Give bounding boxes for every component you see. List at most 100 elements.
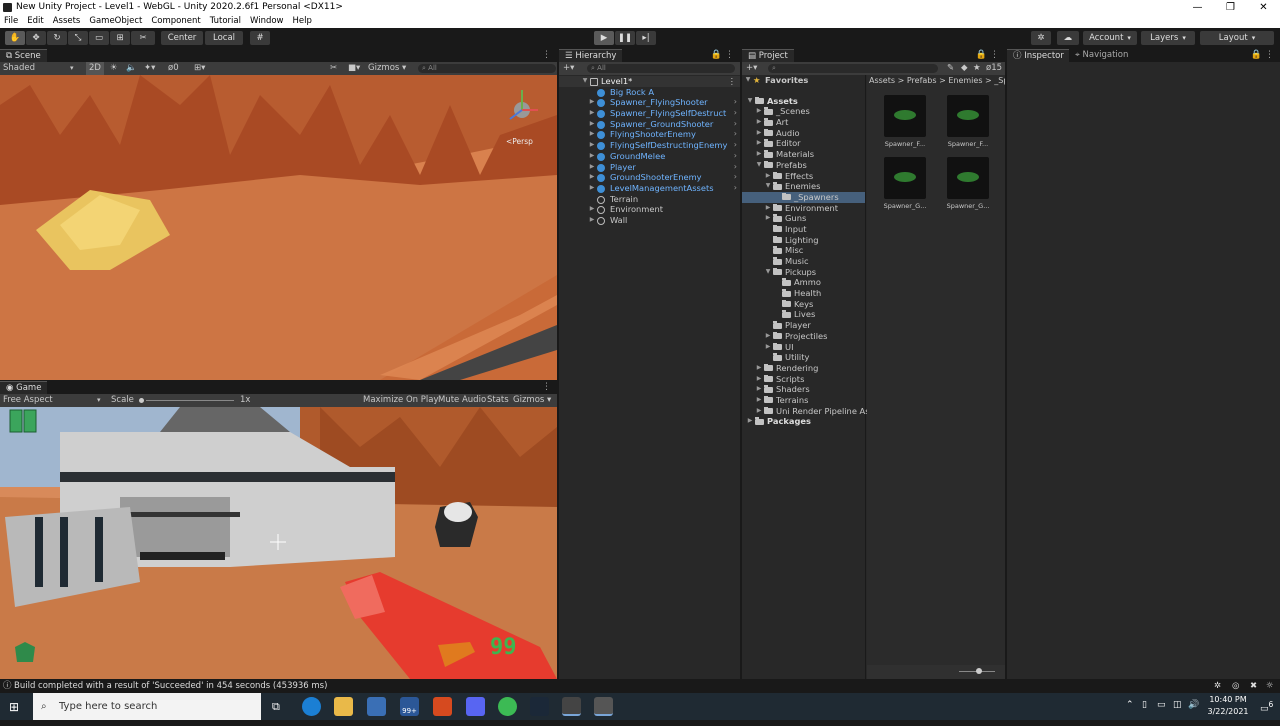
expand-arrow-icon[interactable]: ▶ xyxy=(588,119,596,130)
scene-row[interactable]: ▼ Level1* ⋮ xyxy=(559,76,740,87)
custom-tool-button[interactable]: ✂ xyxy=(131,31,155,45)
project-folder-item[interactable]: Ammo xyxy=(742,277,865,288)
chrome-icon[interactable] xyxy=(498,697,517,716)
scene-menu-icon[interactable]: ⋮ xyxy=(542,50,551,60)
search-by-type-icon[interactable]: ✎ xyxy=(947,62,954,75)
tray-chevron-icon[interactable]: ⌃ xyxy=(1126,700,1134,710)
project-folder-item[interactable]: Lighting xyxy=(742,235,865,246)
inspector-lock-icon[interactable]: 🔒 xyxy=(1251,50,1262,60)
favorites-expand-icon[interactable]: ▼ xyxy=(744,75,752,86)
game-tab[interactable]: ◉ Game xyxy=(0,381,48,394)
tray-volume-icon[interactable]: 🔊 xyxy=(1188,700,1199,710)
expand-arrow-icon[interactable]: ▶ xyxy=(588,215,596,226)
favorites-row[interactable]: ▼ ★ Favorites xyxy=(742,75,865,86)
prefab-open-icon[interactable]: › xyxy=(734,183,737,194)
status-message[interactable]: Build completed with a result of 'Succee… xyxy=(14,680,327,693)
hierarchy-item[interactable]: Player ▶ › xyxy=(559,162,740,173)
play-button[interactable]: ▶ xyxy=(594,31,614,45)
hierarchy-item[interactable]: Wall ▶ xyxy=(559,215,740,226)
breadcrumb-prefabs[interactable]: Prefabs xyxy=(907,76,937,85)
project-search-input[interactable]: ⌕ xyxy=(768,64,938,73)
project-folder-item[interactable]: ▶ Projectiles xyxy=(742,331,865,342)
folder-expand-icon[interactable]: ▶ xyxy=(755,406,763,417)
expand-arrow-icon[interactable]: ▶ xyxy=(588,151,596,162)
discord-icon[interactable] xyxy=(466,697,485,716)
account-dropdown[interactable]: Account xyxy=(1083,31,1137,45)
project-folder-item[interactable]: ▼ Assets xyxy=(742,96,865,107)
asset-tile[interactable]: Spawner_F... xyxy=(944,95,992,150)
hierarchy-tab[interactable]: ☰ Hierarchy xyxy=(559,49,623,62)
mail-icon[interactable]: 99+ xyxy=(400,697,419,716)
grid-toggle-icon[interactable]: ⊞▾ xyxy=(194,62,205,75)
scene-search-input[interactable]: ⌕ All xyxy=(418,64,556,73)
project-folder-item[interactable]: ▶ Audio xyxy=(742,128,865,139)
project-folder-item[interactable]: ▶ Terrains xyxy=(742,395,865,406)
project-lock-icon[interactable]: 🔒 xyxy=(976,50,987,60)
project-folder-item[interactable]: ▶ Packages xyxy=(742,416,865,427)
folder-expand-icon[interactable]: ▼ xyxy=(764,267,772,278)
audio-toggle-icon[interactable]: 🔈 xyxy=(126,62,137,75)
scene-tab[interactable]: ⧉ Scene xyxy=(0,49,47,62)
breadcrumb-assets[interactable]: Assets xyxy=(869,76,895,85)
hierarchy-menu-icon[interactable]: ⋮ xyxy=(725,50,734,60)
project-folder-item[interactable]: ▶ Environment xyxy=(742,203,865,214)
hand-tool-button[interactable]: ✋ xyxy=(5,31,25,45)
project-folder-item[interactable]: Health xyxy=(742,288,865,299)
expand-arrow-icon[interactable]: ▶ xyxy=(588,172,596,183)
scene-expand-icon[interactable]: ▼ xyxy=(581,76,589,87)
folder-expand-icon[interactable]: ▶ xyxy=(764,171,772,182)
scale-tool-button[interactable]: ⤡ xyxy=(68,31,88,45)
unity-editor-icon[interactable] xyxy=(594,697,613,716)
asset-tile[interactable]: Spawner_G... xyxy=(881,157,929,212)
prefab-open-icon[interactable]: › xyxy=(734,108,737,119)
step-button[interactable]: ▸| xyxy=(636,31,656,45)
collab-icon[interactable]: ✲ xyxy=(1031,31,1051,45)
file-explorer-icon[interactable] xyxy=(334,697,353,716)
favorites-star-icon[interactable]: ★ xyxy=(973,62,981,75)
game-menu-icon[interactable]: ⋮ xyxy=(542,382,551,392)
status-debug-icon[interactable]: ✖ xyxy=(1250,680,1257,693)
hidden-objects-icon[interactable]: ø0 xyxy=(168,62,179,75)
lighting-toggle-icon[interactable]: ☀ xyxy=(110,62,118,75)
prefab-open-icon[interactable]: › xyxy=(734,97,737,108)
folder-expand-icon[interactable]: ▶ xyxy=(764,203,772,214)
project-folder-item[interactable]: Player xyxy=(742,320,865,331)
folder-expand-icon[interactable]: ▼ xyxy=(764,181,772,192)
folder-expand-icon[interactable]: ▶ xyxy=(755,117,763,128)
status-cache-icon[interactable]: ◎ xyxy=(1232,680,1239,693)
folder-expand-icon[interactable]: ▼ xyxy=(755,160,763,171)
prefab-open-icon[interactable]: › xyxy=(734,119,737,130)
folder-expand-icon[interactable]: ▶ xyxy=(755,395,763,406)
shading-mode-dropdown[interactable]: Shaded xyxy=(3,62,35,75)
project-folder-item[interactable]: Misc xyxy=(742,245,865,256)
menu-tutorial[interactable]: Tutorial xyxy=(210,15,241,28)
hierarchy-lock-icon[interactable]: 🔒 xyxy=(711,50,722,60)
project-folder-item[interactable]: ▶ Art xyxy=(742,117,865,128)
tray-device-icon[interactable]: ▯ xyxy=(1142,700,1147,710)
layout-dropdown[interactable]: Layout xyxy=(1200,31,1274,45)
hierarchy-item[interactable]: Terrain xyxy=(559,194,740,205)
pivot-center-button[interactable]: Center xyxy=(161,31,203,45)
perspective-label[interactable]: <Persp xyxy=(506,137,533,146)
edge-icon[interactable] xyxy=(302,697,321,716)
hierarchy-item[interactable]: FlyingShooterEnemy ▶ › xyxy=(559,129,740,140)
project-add-button[interactable]: +▾ xyxy=(746,62,757,75)
folder-expand-icon[interactable]: ▶ xyxy=(755,384,763,395)
scene-tools-icon[interactable]: ✂ xyxy=(330,62,337,75)
notifications-icon[interactable]: ▭6 xyxy=(1260,700,1273,714)
menu-help[interactable]: Help xyxy=(293,15,312,28)
menu-component[interactable]: Component xyxy=(151,15,200,28)
project-folder-item[interactable]: Music xyxy=(742,256,865,267)
mute-audio-toggle[interactable]: Mute Audio xyxy=(438,394,486,407)
game-gizmos-dropdown[interactable]: Gizmos ▾ xyxy=(513,394,551,407)
steam-icon[interactable] xyxy=(530,697,549,716)
expand-arrow-icon[interactable]: ▶ xyxy=(588,129,596,140)
taskbar-search-box[interactable]: ⌕ Type here to search xyxy=(33,693,261,720)
office-icon[interactable] xyxy=(433,697,452,716)
project-folder-item[interactable]: ▶ _Scenes xyxy=(742,106,865,117)
folder-expand-icon[interactable]: ▶ xyxy=(764,213,772,224)
project-folder-item[interactable]: ▼ Enemies xyxy=(742,181,865,192)
hierarchy-search-input[interactable]: ⌕ All xyxy=(587,64,735,73)
maximize-on-play-toggle[interactable]: Maximize On Play xyxy=(363,394,438,407)
expand-arrow-icon[interactable]: ▶ xyxy=(588,183,596,194)
